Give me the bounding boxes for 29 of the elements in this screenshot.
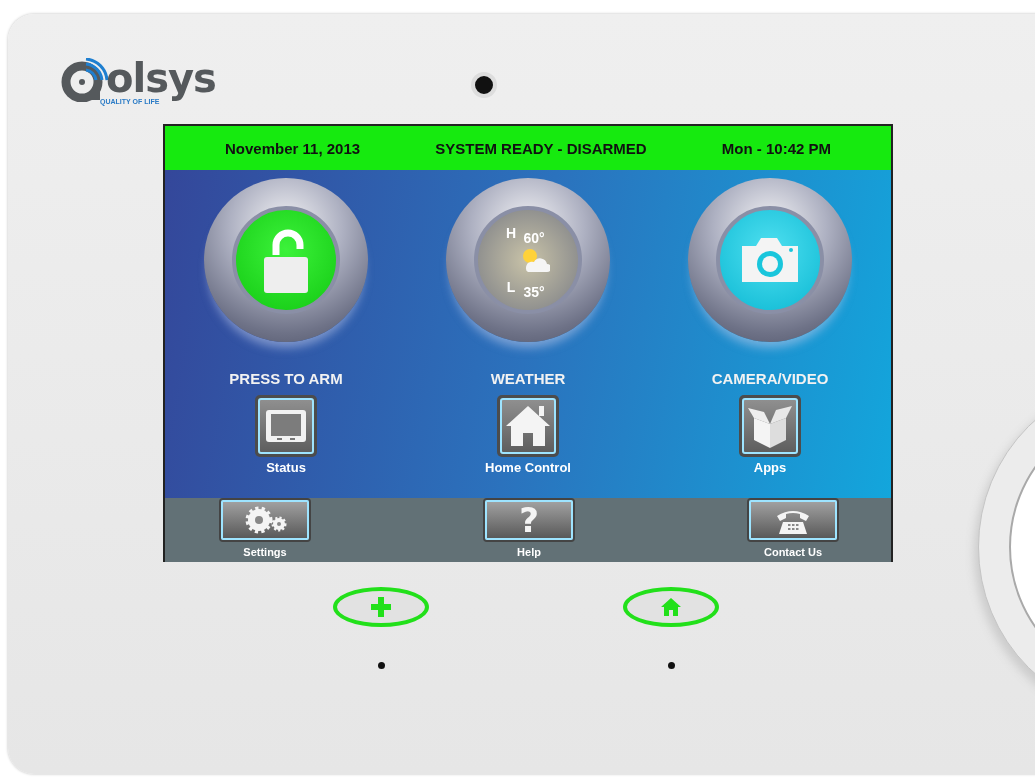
shortcut-button[interactable] [255,395,317,457]
weather-button[interactable]: H 60° L 35° [446,178,610,342]
plus-icon [371,597,391,617]
shortcut-button[interactable] [739,395,801,457]
home-icon [661,597,681,617]
tile-label: PRESS TO ARM [229,370,343,387]
shortcut-button[interactable] [497,395,559,457]
toolbar-button[interactable] [221,500,309,540]
shortcut-label: Apps [753,460,787,475]
toolbar-label: Contact Us [763,546,823,558]
tile-label: WEATHER [490,370,566,387]
toolbar-button[interactable] [749,500,837,540]
date-text: November 11, 2013 [225,139,361,157]
low-label: L [505,279,517,295]
system-status: SYSTEM READY - DISARMED [435,139,647,157]
shortcut-label: Home Control [485,460,571,475]
low-temperature: 35° [522,284,546,300]
toolbar-label: Settings [243,546,287,558]
question-mark-icon: ? [519,502,539,538]
high-temperature: 60° [522,230,546,246]
toolbar-button[interactable]: ? [485,500,573,540]
shortcut-label: Status [266,460,306,475]
sensor-dot [667,662,675,669]
toolbar-label: Help [517,546,541,558]
tile-label: CAMERA/VIDEO [711,370,829,387]
sensor-dot [377,662,385,669]
time-text: Mon - 10:42 PM [721,139,831,157]
camera-lens [470,72,497,98]
high-label: H [505,225,517,241]
